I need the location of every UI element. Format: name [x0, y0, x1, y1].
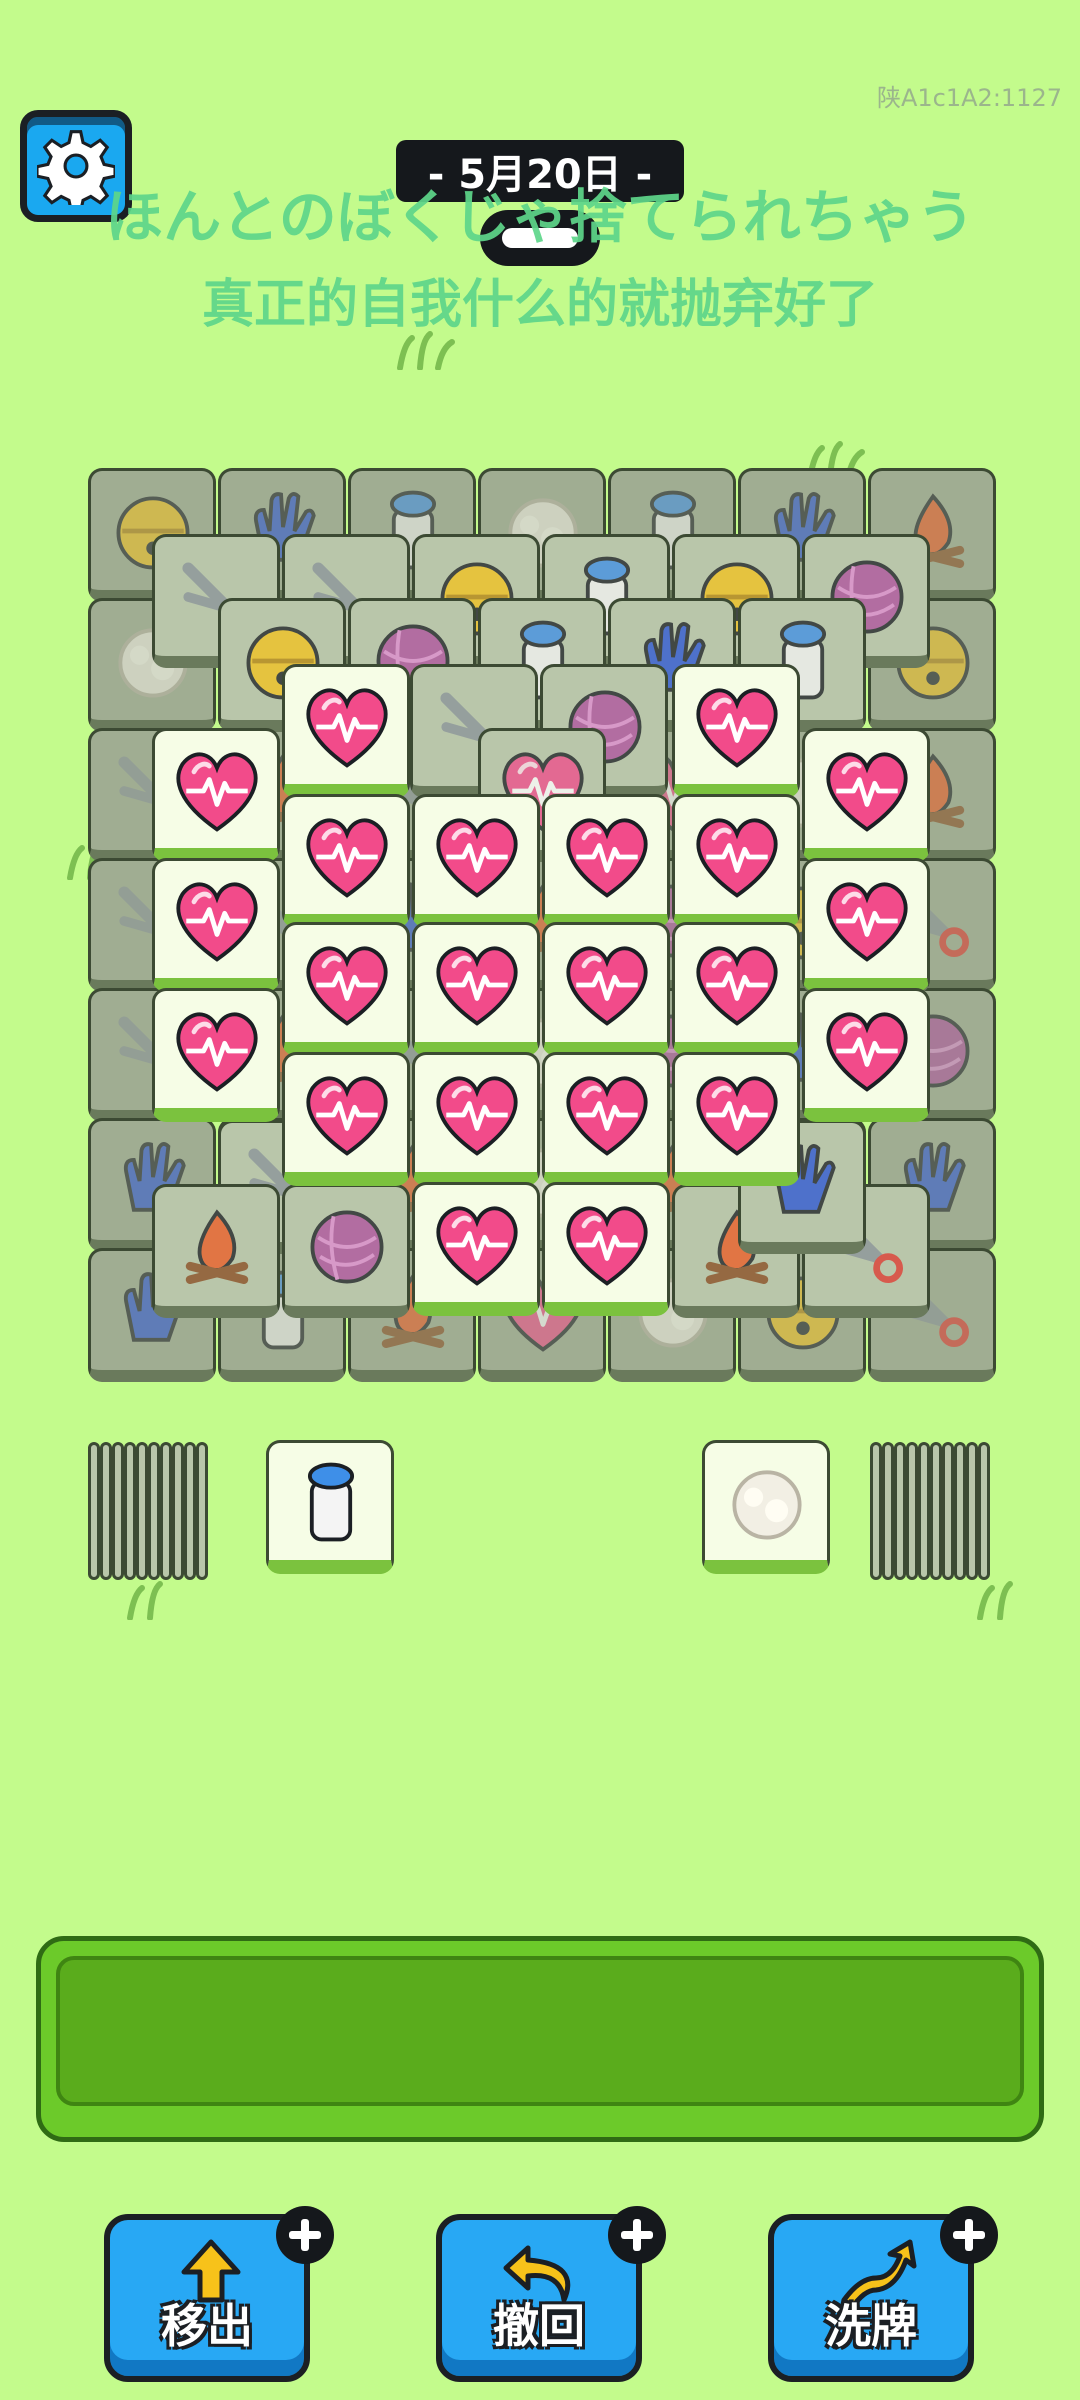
- tile-heart[interactable]: [542, 1052, 670, 1186]
- tile-heart[interactable]: [282, 922, 410, 1056]
- grass-decoration: [397, 331, 455, 370]
- heart-icon: [299, 809, 395, 905]
- stacked-tile-edge: [148, 1442, 160, 1580]
- stacked-tile-edge: [88, 1442, 100, 1580]
- tile-heart[interactable]: [672, 922, 800, 1056]
- lyric-line-japanese: ほんとのぼくじゃ捨てられちゃう: [105, 183, 975, 251]
- tile-heart[interactable]: [542, 794, 670, 928]
- tile-heart[interactable]: [282, 1052, 410, 1186]
- grass-decoration: [127, 1581, 163, 1620]
- heart-icon: [169, 743, 265, 839]
- add-shuffle-icon[interactable]: [940, 2206, 998, 2264]
- stacked-tile-edge: [966, 1442, 978, 1580]
- stacked-tile-edge: [112, 1442, 124, 1580]
- stacked-tile-edge: [124, 1442, 136, 1580]
- watermark-text: 陕A1c1A2:1127: [876, 84, 1062, 112]
- heart-icon: [559, 937, 655, 1033]
- heart-icon: [169, 1003, 265, 1099]
- stacked-tile-edge: [942, 1442, 954, 1580]
- heart-icon: [169, 873, 265, 969]
- add-undo-icon[interactable]: [608, 2206, 666, 2264]
- heart-icon: [689, 937, 785, 1033]
- stacked-tile-edge: [184, 1442, 196, 1580]
- undo-label: 撤回: [493, 2299, 585, 2353]
- heart-icon: [559, 1197, 655, 1293]
- shuffle-label: 洗牌: [825, 2299, 917, 2353]
- tile-heart[interactable]: [412, 794, 540, 928]
- stacked-tile-edge: [906, 1442, 918, 1580]
- stacked-tile-edge: [918, 1442, 930, 1580]
- heart-icon: [299, 679, 395, 775]
- tile-cotton[interactable]: [702, 1440, 830, 1574]
- stacked-tile-edge: [172, 1442, 184, 1580]
- heart-icon: [299, 1067, 395, 1163]
- tile-heart[interactable]: [412, 1052, 540, 1186]
- stacked-tile-edge: [136, 1442, 148, 1580]
- tile-milk[interactable]: [266, 1440, 394, 1574]
- cotton-icon: [719, 1455, 815, 1551]
- tile-heart[interactable]: [152, 988, 280, 1122]
- tile-heart[interactable]: [152, 858, 280, 992]
- tile-heart[interactable]: [802, 728, 930, 862]
- campfire-icon: [169, 1199, 265, 1295]
- stacked-tile-edge: [870, 1442, 882, 1580]
- tile-heart[interactable]: [672, 664, 800, 798]
- yarn-icon: [299, 1199, 395, 1295]
- stacked-tile-edge: [930, 1442, 942, 1580]
- tile-heart[interactable]: [412, 1182, 540, 1316]
- grass-decoration: [977, 1581, 1013, 1620]
- tile-heart[interactable]: [802, 988, 930, 1122]
- tile-heart[interactable]: [672, 1052, 800, 1186]
- heart-icon: [689, 1067, 785, 1163]
- heart-icon: [819, 1003, 915, 1099]
- tile-campfire: [152, 1184, 280, 1318]
- tile-heart[interactable]: [282, 794, 410, 928]
- heart-icon: [429, 937, 525, 1033]
- stacked-tile-edge: [160, 1442, 172, 1580]
- milk-icon: [283, 1455, 379, 1551]
- add-move-out-icon[interactable]: [276, 2206, 334, 2264]
- stacked-tile-edge: [196, 1442, 208, 1580]
- tile-heart[interactable]: [542, 922, 670, 1056]
- stacked-tile-edge: [100, 1442, 112, 1580]
- stacked-tile-edge: [894, 1442, 906, 1580]
- heart-icon: [559, 809, 655, 905]
- tile-heart[interactable]: [542, 1182, 670, 1316]
- heart-icon: [429, 1067, 525, 1163]
- heart-icon: [689, 809, 785, 905]
- heart-icon: [689, 679, 785, 775]
- heart-icon: [299, 937, 395, 1033]
- tile-heart[interactable]: [672, 794, 800, 928]
- stacked-tile-edge: [978, 1442, 990, 1580]
- heart-icon: [819, 873, 915, 969]
- tile-yarn: [282, 1184, 410, 1318]
- tile-heart[interactable]: [412, 922, 540, 1056]
- heart-icon: [819, 743, 915, 839]
- stacked-tile-edge: [882, 1442, 894, 1580]
- tile-heart[interactable]: [802, 858, 930, 992]
- stacked-tile-edge: [954, 1442, 966, 1580]
- tile-heart[interactable]: [282, 664, 410, 798]
- heart-icon: [559, 1067, 655, 1163]
- move-out-label: 移出: [161, 2299, 253, 2353]
- tile-heart[interactable]: [152, 728, 280, 862]
- heart-icon: [429, 809, 525, 905]
- heart-icon: [429, 1197, 525, 1293]
- lyric-line-chinese: 真正的自我什么的就抛弃好了: [201, 275, 878, 335]
- tile-tray-slots: [56, 1956, 1024, 2106]
